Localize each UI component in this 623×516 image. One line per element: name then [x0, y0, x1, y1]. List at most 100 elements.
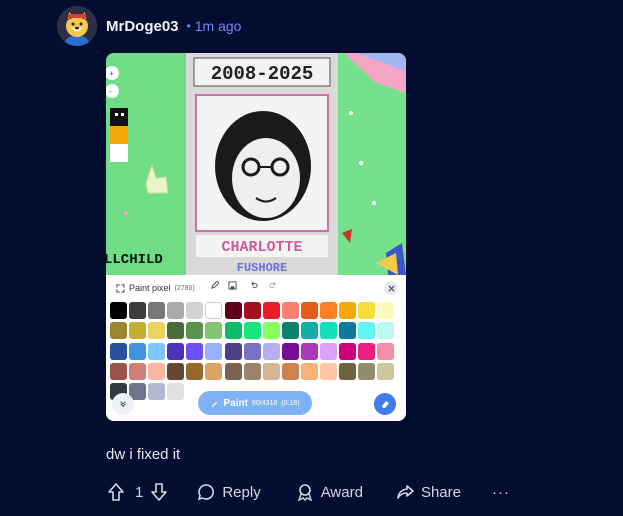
color-swatch[interactable] — [243, 342, 261, 360]
color-swatch[interactable] — [377, 342, 395, 360]
color-swatch[interactable] — [129, 362, 147, 380]
color-swatch[interactable] — [377, 362, 395, 380]
color-swatch[interactable] — [186, 302, 204, 319]
username-link[interactable]: MrDoge03 — [106, 18, 179, 35]
color-swatch[interactable] — [148, 322, 166, 340]
color-swatch[interactable] — [224, 342, 242, 360]
color-swatch[interactable] — [110, 362, 127, 380]
color-swatch[interactable] — [320, 302, 338, 319]
close-icon — [387, 284, 395, 292]
meta-separator: • — [186, 19, 191, 33]
more-options-button[interactable]: ··· — [492, 484, 510, 501]
color-swatch[interactable] — [148, 342, 166, 360]
palette-header: Paint pixel (2786) — [116, 283, 195, 293]
color-swatch[interactable] — [205, 362, 223, 380]
color-swatch[interactable] — [320, 342, 338, 360]
reply-label: Reply — [222, 483, 261, 501]
color-swatch[interactable] — [300, 362, 318, 380]
banner-name-text: CHARLOTTE — [221, 239, 302, 256]
color-swatch[interactable] — [377, 322, 395, 340]
color-swatch[interactable] — [167, 302, 185, 319]
share-icon — [395, 482, 415, 502]
doge-avatar-icon — [57, 6, 97, 46]
color-swatch[interactable] — [186, 362, 204, 380]
svg-text:-: - — [109, 87, 112, 96]
close-palette-button[interactable] — [384, 281, 398, 295]
color-swatch[interactable] — [262, 322, 280, 340]
color-swatch[interactable] — [281, 302, 299, 319]
pencil-icon[interactable] — [210, 280, 220, 292]
paint-label: Paint — [223, 397, 248, 409]
color-swatch[interactable] — [205, 342, 223, 360]
color-swatch[interactable] — [205, 302, 223, 319]
color-swatch[interactable] — [224, 322, 242, 340]
color-swatch[interactable] — [186, 322, 204, 340]
color-swatch[interactable] — [148, 383, 166, 401]
color-swatch[interactable] — [281, 322, 299, 340]
save-icon[interactable] — [228, 281, 237, 292]
color-swatch[interactable] — [300, 302, 318, 319]
color-swatch[interactable] — [129, 302, 147, 319]
color-swatch[interactable] — [129, 322, 147, 340]
user-avatar[interactable] — [57, 6, 97, 46]
color-swatch[interactable] — [167, 342, 185, 360]
downvote-icon[interactable] — [149, 482, 169, 502]
redo-icon[interactable] — [269, 281, 278, 292]
color-swatch[interactable] — [339, 362, 357, 380]
color-swatch[interactable] — [205, 322, 223, 340]
color-swatch[interactable] — [358, 302, 376, 319]
color-swatch[interactable] — [148, 362, 166, 380]
banner-years-text: 2008-2025 — [211, 63, 314, 85]
color-swatch[interactable] — [281, 362, 299, 380]
color-swatch[interactable] — [262, 302, 280, 319]
color-swatch[interactable] — [167, 362, 185, 380]
color-swatch[interactable] — [110, 322, 127, 340]
color-swatch[interactable] — [262, 362, 280, 380]
side-text: LLCHILD — [106, 252, 163, 268]
color-swatch[interactable] — [186, 342, 204, 360]
color-swatch[interactable] — [358, 322, 376, 340]
reply-button[interactable]: Reply — [196, 482, 261, 502]
color-swatch[interactable] — [320, 362, 338, 380]
color-swatch[interactable] — [281, 342, 299, 360]
vote-count: 1 — [135, 483, 144, 501]
color-swatch[interactable] — [339, 322, 357, 340]
color-swatch[interactable] — [320, 322, 338, 340]
color-swatch[interactable] — [243, 302, 261, 319]
color-swatch[interactable] — [358, 362, 376, 380]
color-swatch[interactable] — [224, 302, 242, 319]
color-swatch[interactable] — [110, 342, 127, 360]
award-button[interactable]: Award — [295, 482, 363, 502]
color-swatch[interactable] — [110, 302, 127, 319]
color-swatch[interactable] — [129, 342, 147, 360]
paint-palette: Paint pixel (2786) Paint 90/4318 (0:18) — [106, 275, 406, 421]
color-swatch[interactable] — [243, 362, 261, 380]
color-swatch[interactable] — [243, 322, 261, 340]
color-swatch[interactable] — [300, 322, 318, 340]
color-swatch[interactable] — [339, 302, 357, 319]
pixel-canvas[interactable]: + - 2008-2025 CHARLOTTE FUSHORE LLCHILD — [106, 53, 406, 275]
color-swatch[interactable] — [224, 362, 242, 380]
paint-count: 90/4318 — [251, 399, 278, 407]
color-swatch[interactable] — [167, 322, 185, 340]
collapse-palette-button[interactable] — [112, 393, 134, 415]
upvote-icon[interactable] — [106, 482, 126, 502]
share-button[interactable]: Share — [395, 482, 461, 502]
paint-timer: (0:18) — [281, 399, 300, 407]
award-icon — [295, 482, 315, 502]
color-swatch-grid — [110, 302, 395, 401]
expand-icon[interactable] — [116, 283, 125, 293]
color-swatch[interactable] — [377, 302, 395, 319]
banner-name-text-2: FUSHORE — [237, 261, 287, 275]
paint-button[interactable]: Paint 90/4318 (0:18) — [198, 391, 312, 415]
eraser-button[interactable] — [374, 393, 396, 415]
timestamp[interactable]: 1m ago — [195, 18, 242, 34]
comment-image[interactable]: + - 2008-2025 CHARLOTTE FUSHORE LLCHILD — [106, 53, 406, 421]
color-swatch[interactable] — [339, 342, 357, 360]
undo-icon[interactable] — [249, 281, 258, 292]
color-swatch[interactable] — [300, 342, 318, 360]
color-swatch[interactable] — [148, 302, 166, 319]
color-swatch[interactable] — [167, 383, 185, 401]
color-swatch[interactable] — [358, 342, 376, 360]
color-swatch[interactable] — [262, 342, 280, 360]
